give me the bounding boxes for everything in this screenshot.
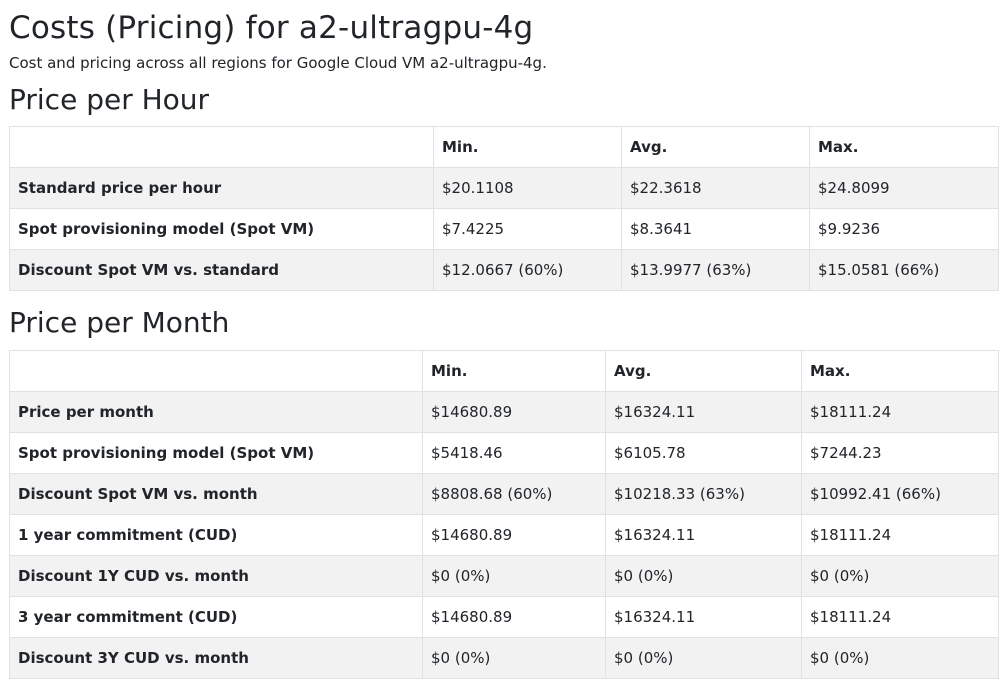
cell-min: $14680.89 [422, 514, 606, 556]
cell-min: $14680.89 [422, 391, 606, 433]
table-row: Discount 1Y CUD vs. month $0 (0%) $0 (0%… [9, 555, 999, 597]
cell-avg: $0 (0%) [605, 555, 802, 597]
row-label: Spot provisioning model (Spot VM) [9, 208, 434, 250]
cell-min: $8808.68 (60%) [422, 473, 606, 515]
column-header-avg: Avg. [605, 350, 802, 392]
column-header-max: Max. [809, 126, 999, 168]
table-row: 3 year commitment (CUD) $14680.89 $16324… [9, 596, 999, 638]
cell-max: $9.9236 [809, 208, 999, 250]
cell-avg: $8.3641 [621, 208, 810, 250]
table-row: 1 year commitment (CUD) $14680.89 $16324… [9, 514, 999, 556]
column-header-label [9, 350, 423, 392]
cell-avg: $16324.11 [605, 391, 802, 433]
cell-max: $18111.24 [801, 596, 999, 638]
row-label: Standard price per hour [9, 167, 434, 209]
price-per-hour-heading: Price per Hour [9, 83, 210, 116]
table-row: Standard price per hour $20.1108 $22.361… [9, 167, 999, 209]
cell-avg: $6105.78 [605, 432, 802, 474]
page-title: Costs (Pricing) for a2-ultragpu-4g [9, 10, 534, 46]
cell-max: $24.8099 [809, 167, 999, 209]
cell-min: $14680.89 [422, 596, 606, 638]
row-label: Spot provisioning model (Spot VM) [9, 432, 423, 474]
cell-min: $7.4225 [433, 208, 622, 250]
cell-max: $18111.24 [801, 514, 999, 556]
cell-max: $0 (0%) [801, 555, 999, 597]
cell-avg: $16324.11 [605, 514, 802, 556]
row-label: Discount 1Y CUD vs. month [9, 555, 423, 597]
column-header-avg: Avg. [621, 126, 810, 168]
column-header-max: Max. [801, 350, 999, 392]
table-row: Spot provisioning model (Spot VM) $7.422… [9, 208, 999, 250]
table-row: Discount Spot VM vs. standard $12.0667 (… [9, 249, 999, 291]
cell-avg: $13.9977 (63%) [621, 249, 810, 291]
row-label: 3 year commitment (CUD) [9, 596, 423, 638]
table-header-row: Min. Avg. Max. [9, 126, 999, 168]
cell-min: $5418.46 [422, 432, 606, 474]
column-header-label [9, 126, 434, 168]
row-label: Discount Spot VM vs. standard [9, 249, 434, 291]
page: Costs (Pricing) for a2-ultragpu-4g Cost … [0, 0, 1006, 699]
price-per-hour-table: Min. Avg. Max. Standard price per hour $… [9, 126, 999, 291]
cell-max: $0 (0%) [801, 637, 999, 679]
row-label: Discount 3Y CUD vs. month [9, 637, 423, 679]
cell-avg: $16324.11 [605, 596, 802, 638]
table-header-row: Min. Avg. Max. [9, 350, 999, 392]
table-row: Discount 3Y CUD vs. month $0 (0%) $0 (0%… [9, 637, 999, 679]
row-label: 1 year commitment (CUD) [9, 514, 423, 556]
table-row: Price per month $14680.89 $16324.11 $181… [9, 391, 999, 433]
cell-max: $7244.23 [801, 432, 999, 474]
table-row: Spot provisioning model (Spot VM) $5418.… [9, 432, 999, 474]
cell-max: $18111.24 [801, 391, 999, 433]
cell-max: $15.0581 (66%) [809, 249, 999, 291]
cell-avg: $22.3618 [621, 167, 810, 209]
cell-avg: $0 (0%) [605, 637, 802, 679]
row-label: Discount Spot VM vs. month [9, 473, 423, 515]
cell-min: $12.0667 (60%) [433, 249, 622, 291]
page-subtitle: Cost and pricing across all regions for … [9, 54, 547, 72]
column-header-min: Min. [422, 350, 606, 392]
cell-avg: $10218.33 (63%) [605, 473, 802, 515]
row-label: Price per month [9, 391, 423, 433]
cell-min: $0 (0%) [422, 555, 606, 597]
cell-max: $10992.41 (66%) [801, 473, 999, 515]
price-per-month-table: Min. Avg. Max. Price per month $14680.89… [9, 350, 999, 679]
table-row: Discount Spot VM vs. month $8808.68 (60%… [9, 473, 999, 515]
column-header-min: Min. [433, 126, 622, 168]
cell-min: $0 (0%) [422, 637, 606, 679]
price-per-month-heading: Price per Month [9, 306, 230, 339]
cell-min: $20.1108 [433, 167, 622, 209]
